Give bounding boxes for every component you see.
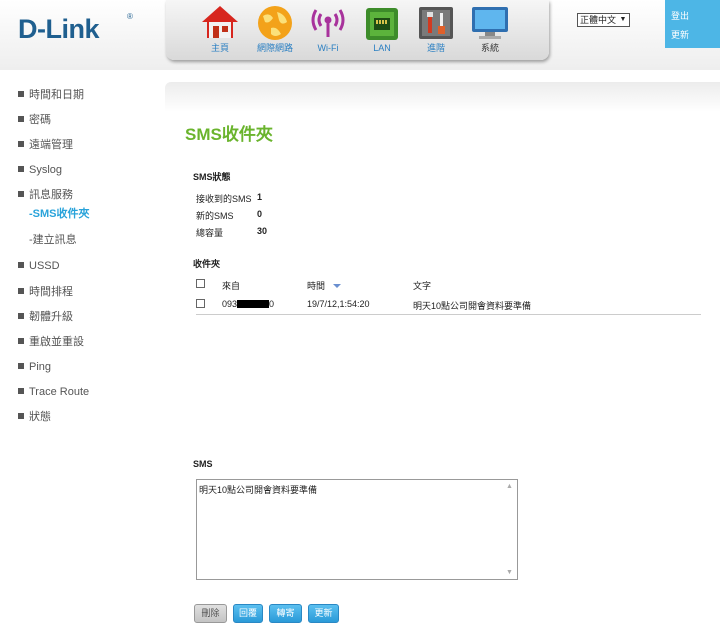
table-row[interactable]: 093 0 19/7/12,1:54:20 明天10點公司開會資料要準備 [196,297,701,315]
language-select[interactable]: 正體中文 ▼ [577,13,630,27]
sidebar-item-remote-management[interactable]: 遠端管理 [18,137,158,162]
nav-advanced[interactable]: 進階 [410,4,462,53]
select-all-checkbox[interactable] [196,279,205,288]
sidebar-item-status[interactable]: 狀態 [18,409,158,434]
chevron-down-icon: ▼ [619,16,627,23]
sms-label: SMS [193,459,213,469]
scroll-down-icon[interactable]: ▼ [506,569,513,576]
tools-icon [419,7,453,39]
nav-internet[interactable]: 網際網路 [249,4,301,53]
scroll-up-icon[interactable]: ▲ [506,483,513,490]
cell-text: 明天10點公司開會資料要準備 [413,301,532,311]
sidebar-subitem-sms-inbox[interactable]: -SMS收件夾 [18,207,158,227]
status-capacity: 總容量 30 [196,226,268,238]
sidebar-item-schedule[interactable]: 時間排程 [18,284,158,309]
sidebar: 時間和日期 密碼 遠端管理 Syslog 訊息服務 -SMS收件夾 -建立訊息 … [18,87,158,434]
sidebar-item-syslog[interactable]: Syslog [18,162,158,187]
delete-button[interactable]: 刪除 [194,604,227,623]
dlink-logo: D-Link ® [18,12,133,44]
main-panel: SMS收件夾 SMS狀態 接收到的SMS 1 新的SMS 0 總容量 30 收件夾 來… [165,82,720,639]
page-title: SMS收件夾 [185,125,273,144]
status-received: 接收到的SMS 1 [196,192,263,204]
sidebar-item-ussd[interactable]: USSD [18,258,158,284]
reply-button[interactable]: 回覆 [233,604,263,623]
account-box: 登出 更新 [665,0,720,48]
nav-lan[interactable]: LAN [356,4,408,53]
inbox-title: 收件夾 [193,259,221,269]
sidebar-item-message-service[interactable]: 訊息服務 [18,187,158,207]
nav-wifi[interactable]: Wi-Fi [302,4,354,53]
sms-status-title: SMS狀態 [193,172,231,182]
lan-icon [366,8,398,40]
nav-system[interactable]: 系統 [464,4,516,53]
wifi-icon [311,9,345,37]
cell-from: 093 0 [222,299,275,309]
row-checkbox[interactable] [196,299,205,308]
column-time[interactable]: 時間 [307,279,342,292]
home-icon [202,6,238,38]
inbox-header: 來自 時間 文字 [196,277,701,293]
nav-home[interactable]: 主頁 [194,4,246,53]
scrollbar[interactable]: ▲ ▼ [504,481,516,578]
forward-button[interactable]: 轉寄 [269,604,302,623]
refresh-button[interactable]: 更新 [308,604,339,623]
update-link[interactable]: 更新 [671,28,720,41]
globe-icon [258,6,292,40]
sort-down-icon [333,284,342,288]
monitor-icon [472,7,508,39]
status-new: 新的SMS 0 [196,209,263,221]
sidebar-item-firmware-upgrade[interactable]: 韌體升級 [18,309,158,334]
column-from: 來自 [222,281,241,291]
header: D-Link ® 主頁 網際網路 Wi-Fi LAN 進階 系統 正體中文 ▼ … [0,0,720,70]
sms-content-textarea[interactable]: 明天10點公司開會資料要準備 ▲ ▼ [196,479,518,580]
column-text: 文字 [413,281,432,291]
sidebar-item-reboot-reset[interactable]: 重啟並重設 [18,334,158,359]
sidebar-item-password[interactable]: 密碼 [18,112,158,137]
sidebar-item-trace-route[interactable]: Trace Route [18,384,158,409]
cell-time: 19/7/12,1:54:20 [307,299,370,309]
top-nav: 主頁 網際網路 Wi-Fi LAN 進階 系統 [166,0,549,60]
sidebar-item-ping[interactable]: Ping [18,359,158,384]
sidebar-item-time-date[interactable]: 時間和日期 [18,87,158,112]
logout-link[interactable]: 登出 [671,9,720,22]
sidebar-subitem-create-message[interactable]: -建立訊息 [18,227,158,258]
redacted-number [237,300,270,308]
